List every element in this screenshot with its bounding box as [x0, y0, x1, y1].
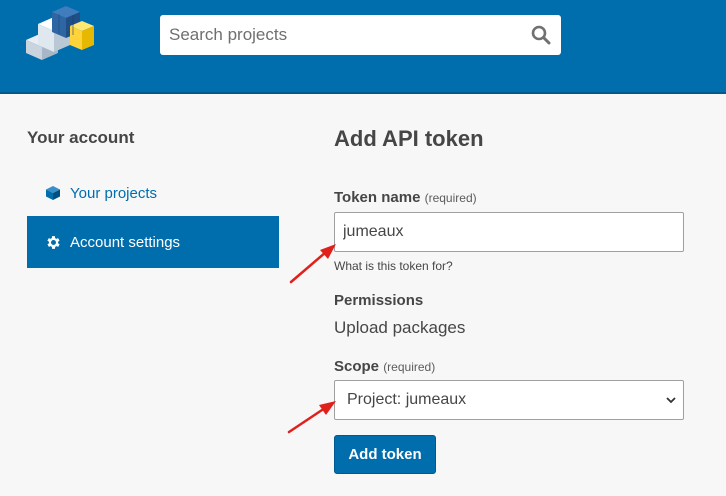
token-name-help: What is this token for? — [334, 259, 453, 273]
required-note: (required) — [424, 191, 477, 205]
permissions-value: Upload packages — [334, 318, 466, 337]
search-input[interactable] — [160, 16, 510, 54]
page-title: Add API token — [334, 126, 484, 151]
sidebar-item-label: Your projects — [70, 184, 157, 202]
search-bar — [160, 15, 561, 55]
token-name-field[interactable] — [334, 212, 684, 252]
add-token-form: Add API token Token name (required) What… — [334, 126, 684, 474]
scope-select[interactable]: Project: jumeaux — [334, 380, 684, 420]
sidebar-item-account-settings[interactable]: Account settings — [27, 216, 279, 268]
gear-icon — [43, 232, 63, 252]
scope-selected-value: Project: jumeaux — [347, 391, 467, 408]
cube-icon — [43, 183, 63, 203]
sidebar-title: Your account — [27, 128, 135, 147]
annotation-arrow-icon — [289, 244, 336, 284]
permissions-label: Permissions — [334, 292, 424, 309]
add-token-button[interactable]: Add token — [334, 435, 436, 474]
scope-label: Scope (required) — [334, 358, 436, 375]
token-name-label: Token name (required) — [334, 189, 477, 206]
search-icon[interactable] — [529, 23, 553, 47]
annotation-arrow-icon — [287, 401, 336, 434]
account-sidebar: Your account Your projects Account setti… — [27, 128, 279, 268]
site-header — [0, 0, 726, 94]
sidebar-item-your-projects[interactable]: Your projects — [27, 170, 279, 216]
chevron-down-icon — [666, 397, 676, 404]
required-note: (required) — [383, 360, 436, 374]
pypi-logo[interactable] — [24, 4, 94, 60]
sidebar-item-label: Account settings — [70, 233, 181, 251]
